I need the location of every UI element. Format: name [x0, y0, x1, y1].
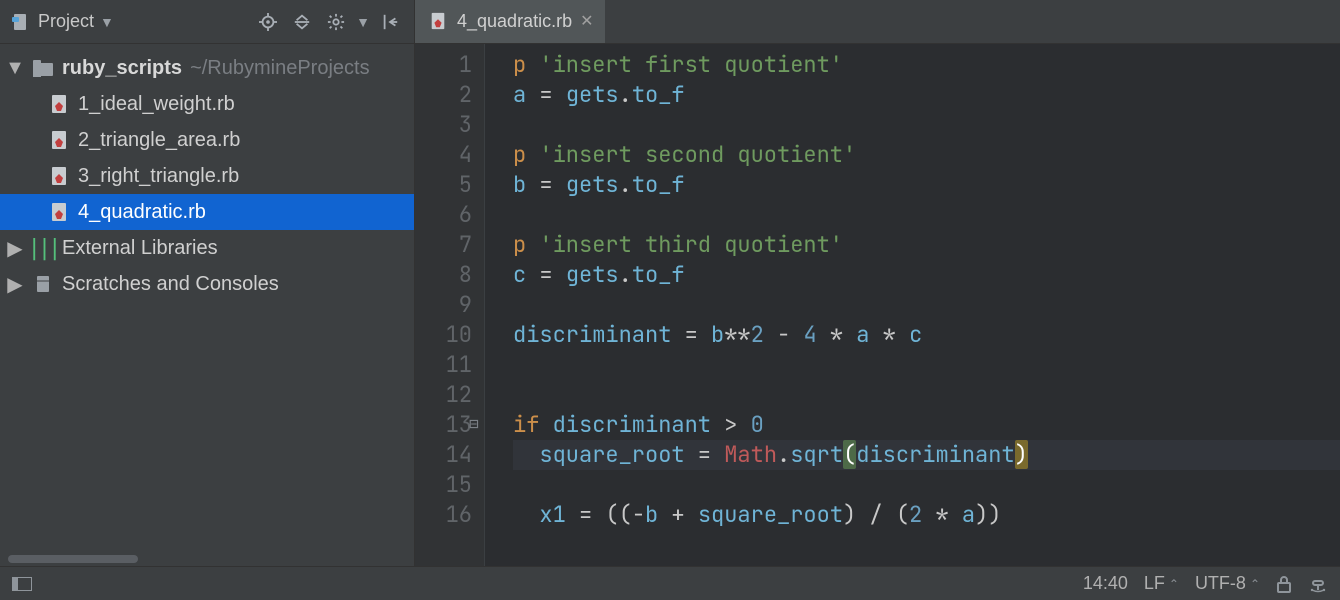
tree-item-label: Scratches and Consoles [62, 273, 279, 296]
folder-icon [32, 57, 54, 79]
code-line[interactable] [513, 350, 1340, 380]
project-icon [10, 11, 32, 33]
code-line[interactable]: discriminant = b**2 - 4 * a * c [513, 320, 1340, 350]
ide-root: Project ▼ ▼ ▼ [0, 0, 1340, 600]
tree-scratches[interactable]: ▶ Scratches and Consoles [0, 266, 414, 302]
tree-item-label: External Libraries [62, 237, 218, 260]
gutter-line-number[interactable]: 1 [415, 50, 472, 80]
gutter-line-number[interactable]: 6 [415, 200, 472, 230]
scratches-icon [32, 273, 54, 295]
code-line[interactable] [513, 290, 1340, 320]
code-line[interactable] [513, 380, 1340, 410]
gutter-line-number[interactable]: 7 [415, 230, 472, 260]
ruby-file-icon [48, 93, 70, 115]
chevron-icon: ⌃ [1250, 577, 1260, 591]
code-line[interactable]: x1 = ((-b + square_root) / (2 * a)) [513, 500, 1340, 530]
gutter-line-number[interactable]: 5 [415, 170, 472, 200]
gutter-line-number[interactable]: 2 [415, 80, 472, 110]
code-line[interactable]: b = gets.to_f [513, 170, 1340, 200]
project-tree[interactable]: ▼ ruby_scripts ~/RubymineProjects 1_idea… [0, 44, 414, 552]
settings-icon[interactable] [322, 8, 350, 36]
locate-icon[interactable] [254, 8, 282, 36]
tree-file-label: 4_quadratic.rb [78, 201, 206, 224]
tree-file[interactable]: 3_right_triangle.rb [0, 158, 414, 194]
tree-file[interactable]: 2_triangle_area.rb [0, 122, 414, 158]
gutter-line-number[interactable]: 14 [415, 440, 472, 470]
gutter-line-number[interactable]: 4 [415, 140, 472, 170]
editor-gutter[interactable]: 12345678910111213⊟141516 [415, 44, 485, 566]
hide-sidebar-icon[interactable] [376, 8, 404, 36]
gutter-line-number[interactable]: 12 [415, 380, 472, 410]
tree-file-label: 2_triangle_area.rb [78, 129, 240, 152]
scrollbar-thumb[interactable] [8, 555, 138, 563]
gutter-line-number[interactable]: 11 [415, 350, 472, 380]
collapse-all-icon[interactable] [288, 8, 316, 36]
code-line[interactable]: p 'insert first quotient' [513, 50, 1340, 80]
gutter-line-number[interactable]: 9 [415, 290, 472, 320]
gutter-line-number[interactable]: 3 [415, 110, 472, 140]
sidebar-horizontal-scrollbar[interactable] [0, 552, 414, 566]
sidebar-dropdown-icon[interactable]: ▼ [100, 14, 114, 30]
code-line[interactable]: c = gets.to_f [513, 260, 1340, 290]
gutter-line-number[interactable]: 10 [415, 320, 472, 350]
status-bar: 14:40 LF ⌃ UTF-8 ⌃ [0, 566, 1340, 600]
gutter-line-number[interactable]: 15 [415, 470, 472, 500]
readonly-lock-icon[interactable] [1276, 575, 1292, 593]
editor-code-area[interactable]: p 'insert first quotient'a = gets.to_fp … [485, 44, 1340, 566]
ruby-file-icon [48, 129, 70, 151]
tree-root-path: ~/RubymineProjects [190, 57, 370, 80]
code-line[interactable]: p 'insert second quotient' [513, 140, 1340, 170]
chevron-icon: ⌃ [1169, 577, 1179, 591]
main-area: Project ▼ ▼ ▼ [0, 0, 1340, 566]
settings-dropdown-icon[interactable]: ▼ [356, 14, 370, 30]
code-line[interactable] [513, 470, 1340, 500]
close-tab-icon[interactable]: ✕ [580, 11, 593, 31]
code-line[interactable]: if discriminant > 0 [513, 410, 1340, 440]
fold-marker-icon[interactable]: ⊟ [465, 415, 483, 433]
editor-tabs: 4_quadratic.rb ✕ [415, 0, 1340, 44]
status-line-separator[interactable]: LF ⌃ [1144, 573, 1179, 594]
tree-file-label: 1_ideal_weight.rb [78, 93, 235, 116]
tree-file[interactable]: 1_ideal_weight.rb [0, 86, 414, 122]
gutter-line-number[interactable]: 16 [415, 500, 472, 530]
code-line[interactable] [513, 110, 1340, 140]
collapse-arrow-icon[interactable]: ▶ [6, 236, 24, 261]
ruby-file-icon [48, 165, 70, 187]
code-line[interactable]: a = gets.to_f [513, 80, 1340, 110]
code-line[interactable]: p 'insert third quotient' [513, 230, 1340, 260]
gutter-line-number[interactable]: 13⊟ [415, 410, 472, 440]
tree-external-libraries[interactable]: ▶ ||| External Libraries [0, 230, 414, 266]
sidebar-header: Project ▼ ▼ [0, 0, 414, 44]
ruby-file-icon [427, 10, 449, 32]
expand-arrow-icon[interactable]: ▼ [6, 57, 24, 80]
editor-tab-label: 4_quadratic.rb [457, 11, 572, 32]
inspection-profile-icon[interactable] [1308, 575, 1328, 593]
tree-root-label: ruby_scripts [62, 57, 182, 80]
library-icon: ||| [32, 237, 54, 259]
code-line[interactable] [513, 200, 1340, 230]
collapse-arrow-icon[interactable]: ▶ [6, 272, 24, 297]
tree-file-label: 3_right_triangle.rb [78, 165, 239, 188]
code-line[interactable]: square_root = Math.sqrt(discriminant) [513, 440, 1340, 470]
project-sidebar: Project ▼ ▼ ▼ [0, 0, 415, 566]
tree-root[interactable]: ▼ ruby_scripts ~/RubymineProjects [0, 50, 414, 86]
ruby-file-icon [48, 201, 70, 223]
editor-pane: 4_quadratic.rb ✕ 12345678910111213⊟14151… [415, 0, 1340, 566]
sidebar-title: Project [38, 11, 94, 32]
status-cursor-position[interactable]: 14:40 [1083, 573, 1128, 594]
tool-window-toggle-icon[interactable] [12, 577, 32, 591]
tree-file[interactable]: 4_quadratic.rb [0, 194, 414, 230]
editor-tab-active[interactable]: 4_quadratic.rb ✕ [415, 0, 605, 43]
code-editor[interactable]: 12345678910111213⊟141516 p 'insert first… [415, 44, 1340, 566]
gutter-line-number[interactable]: 8 [415, 260, 472, 290]
status-encoding[interactable]: UTF-8 ⌃ [1195, 573, 1260, 594]
